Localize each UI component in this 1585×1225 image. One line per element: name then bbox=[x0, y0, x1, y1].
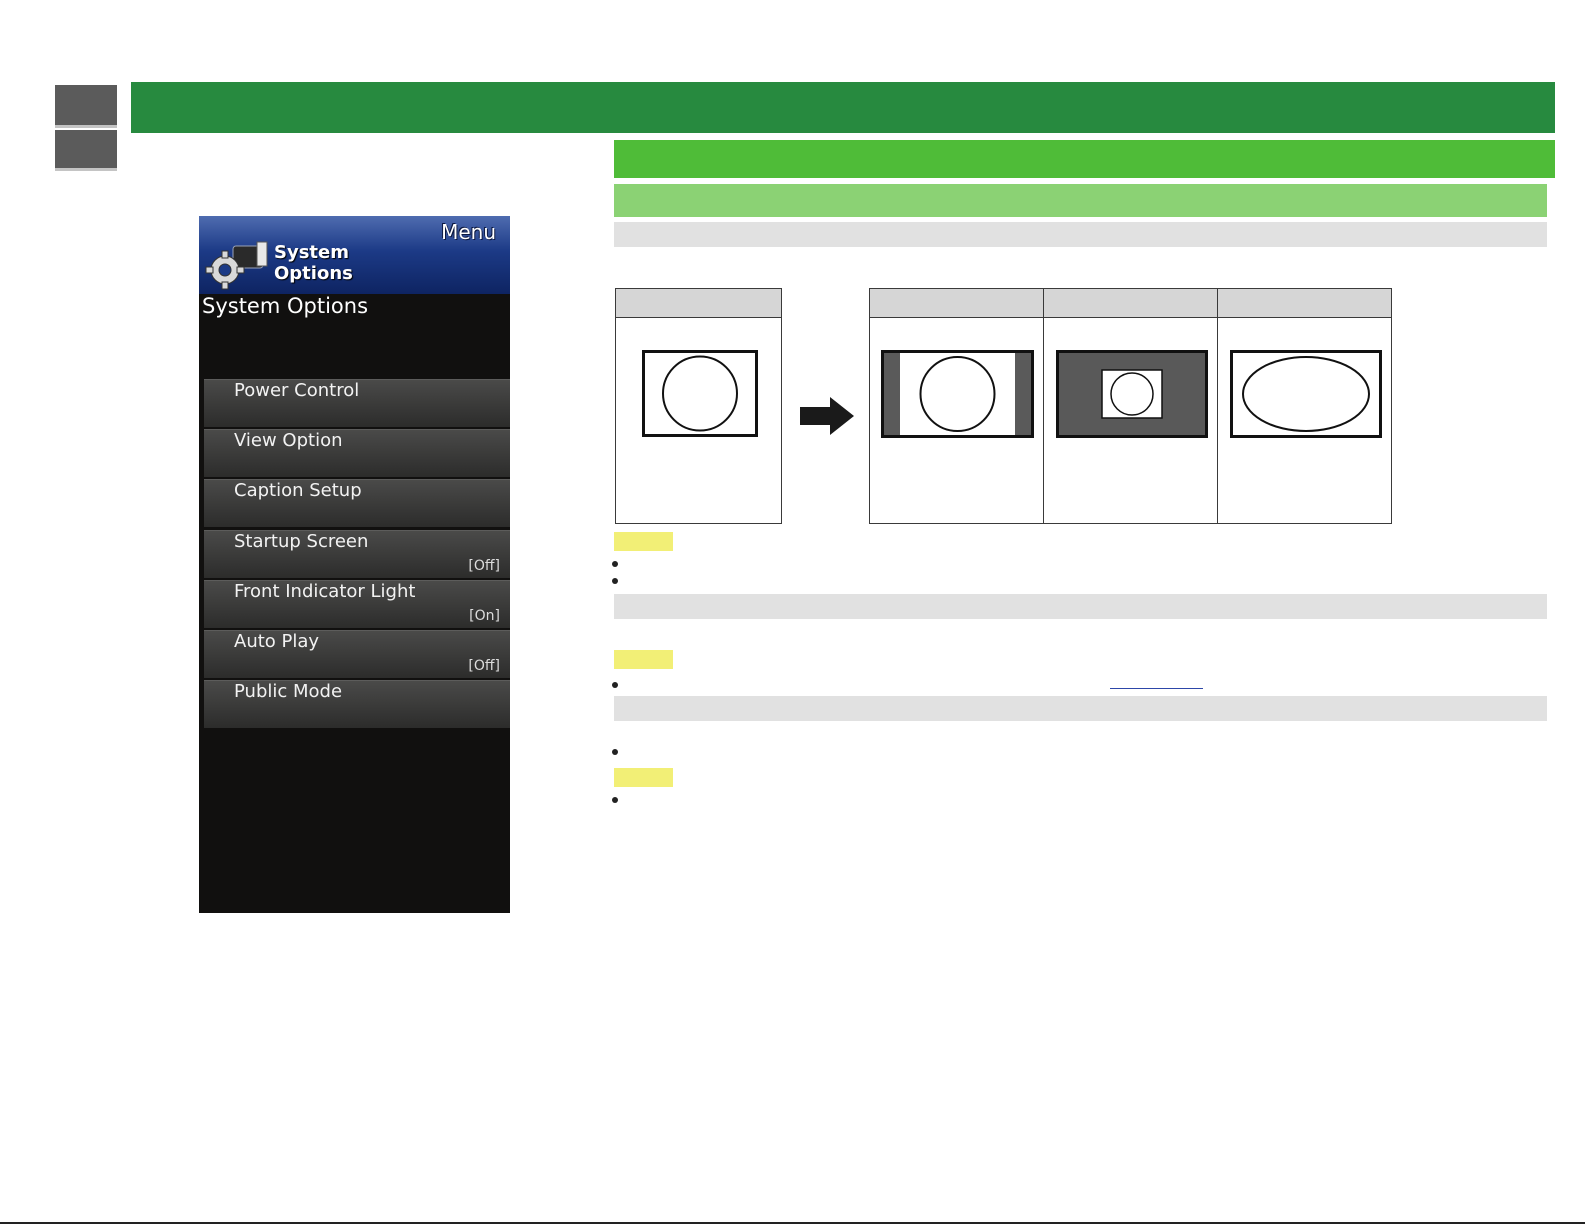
note-chip-3 bbox=[614, 768, 673, 787]
subsection-heading-bar bbox=[614, 184, 1547, 217]
bullet-3 bbox=[612, 682, 618, 688]
menu-item-value: [On] bbox=[469, 608, 500, 624]
menu-item-label: Auto Play bbox=[234, 631, 320, 652]
page-bottom-rule bbox=[0, 1222, 1585, 1224]
menu-subtitle: System Options bbox=[202, 294, 369, 318]
item-heading-bar-1 bbox=[614, 222, 1547, 247]
item-heading-bar-2 bbox=[614, 594, 1547, 619]
bullet-4 bbox=[612, 749, 618, 755]
side-tab-2[interactable] bbox=[55, 130, 117, 171]
source-picture-panel bbox=[615, 288, 782, 524]
menu-item-power-control[interactable]: Power Control bbox=[204, 379, 510, 427]
menu-item-label: Caption Setup bbox=[234, 480, 362, 501]
menu-item-label: Public Mode bbox=[234, 681, 343, 702]
source-screen-illustration bbox=[642, 350, 758, 437]
source-picture-header bbox=[616, 289, 781, 318]
menu-header-title-line1: System bbox=[274, 242, 349, 263]
menu-item-label: View Option bbox=[234, 430, 343, 451]
display-modes-panel bbox=[869, 288, 1392, 524]
bullet-1 bbox=[612, 561, 618, 567]
menu-item-label: Startup Screen bbox=[234, 531, 369, 552]
tv-menu-screen: Menu System Options System Options Power… bbox=[199, 216, 510, 913]
top-header-bar bbox=[131, 82, 1555, 133]
arrow-right-icon bbox=[800, 397, 854, 435]
note-chip-2 bbox=[614, 650, 673, 669]
stretch-mode-illustration bbox=[1230, 350, 1382, 438]
menu-item-caption-setup[interactable]: Caption Setup bbox=[204, 479, 510, 527]
bullet-2 bbox=[612, 578, 618, 584]
display-modes-header bbox=[870, 289, 1391, 318]
menu-item-public-mode[interactable]: Public Mode bbox=[204, 680, 510, 728]
menu-item-value: [Off] bbox=[468, 558, 500, 574]
gear-icon bbox=[205, 241, 268, 290]
tv-menu-header: Menu System Options bbox=[199, 216, 510, 294]
menu-header-title-line2: Options bbox=[274, 263, 353, 284]
side-tab-1[interactable] bbox=[55, 85, 117, 128]
section-heading-bar bbox=[614, 140, 1555, 178]
reference-link[interactable] bbox=[1110, 688, 1203, 689]
menu-corner-label: Menu bbox=[441, 220, 496, 244]
menu-item-label: Power Control bbox=[234, 380, 360, 401]
menu-item-view-option[interactable]: View Option bbox=[204, 429, 510, 477]
menu-item-label: Front Indicator Light bbox=[234, 581, 416, 602]
menu-item-value: [Off] bbox=[468, 658, 500, 674]
menu-item-auto-play[interactable]: Auto Play [Off] bbox=[204, 630, 510, 678]
column-divider bbox=[1217, 289, 1218, 523]
dot-by-dot-mode-illustration bbox=[1056, 350, 1208, 438]
menu-item-startup-screen[interactable]: Startup Screen [Off] bbox=[204, 530, 510, 578]
note-chip-1 bbox=[614, 532, 673, 551]
bullet-5 bbox=[612, 797, 618, 803]
menu-item-front-indicator-light[interactable]: Front Indicator Light [On] bbox=[204, 580, 510, 628]
item-heading-bar-3 bbox=[614, 696, 1547, 721]
sidebar-mode-illustration bbox=[881, 350, 1034, 438]
column-divider bbox=[1043, 289, 1044, 523]
menu-header-title: System Options bbox=[274, 242, 353, 284]
